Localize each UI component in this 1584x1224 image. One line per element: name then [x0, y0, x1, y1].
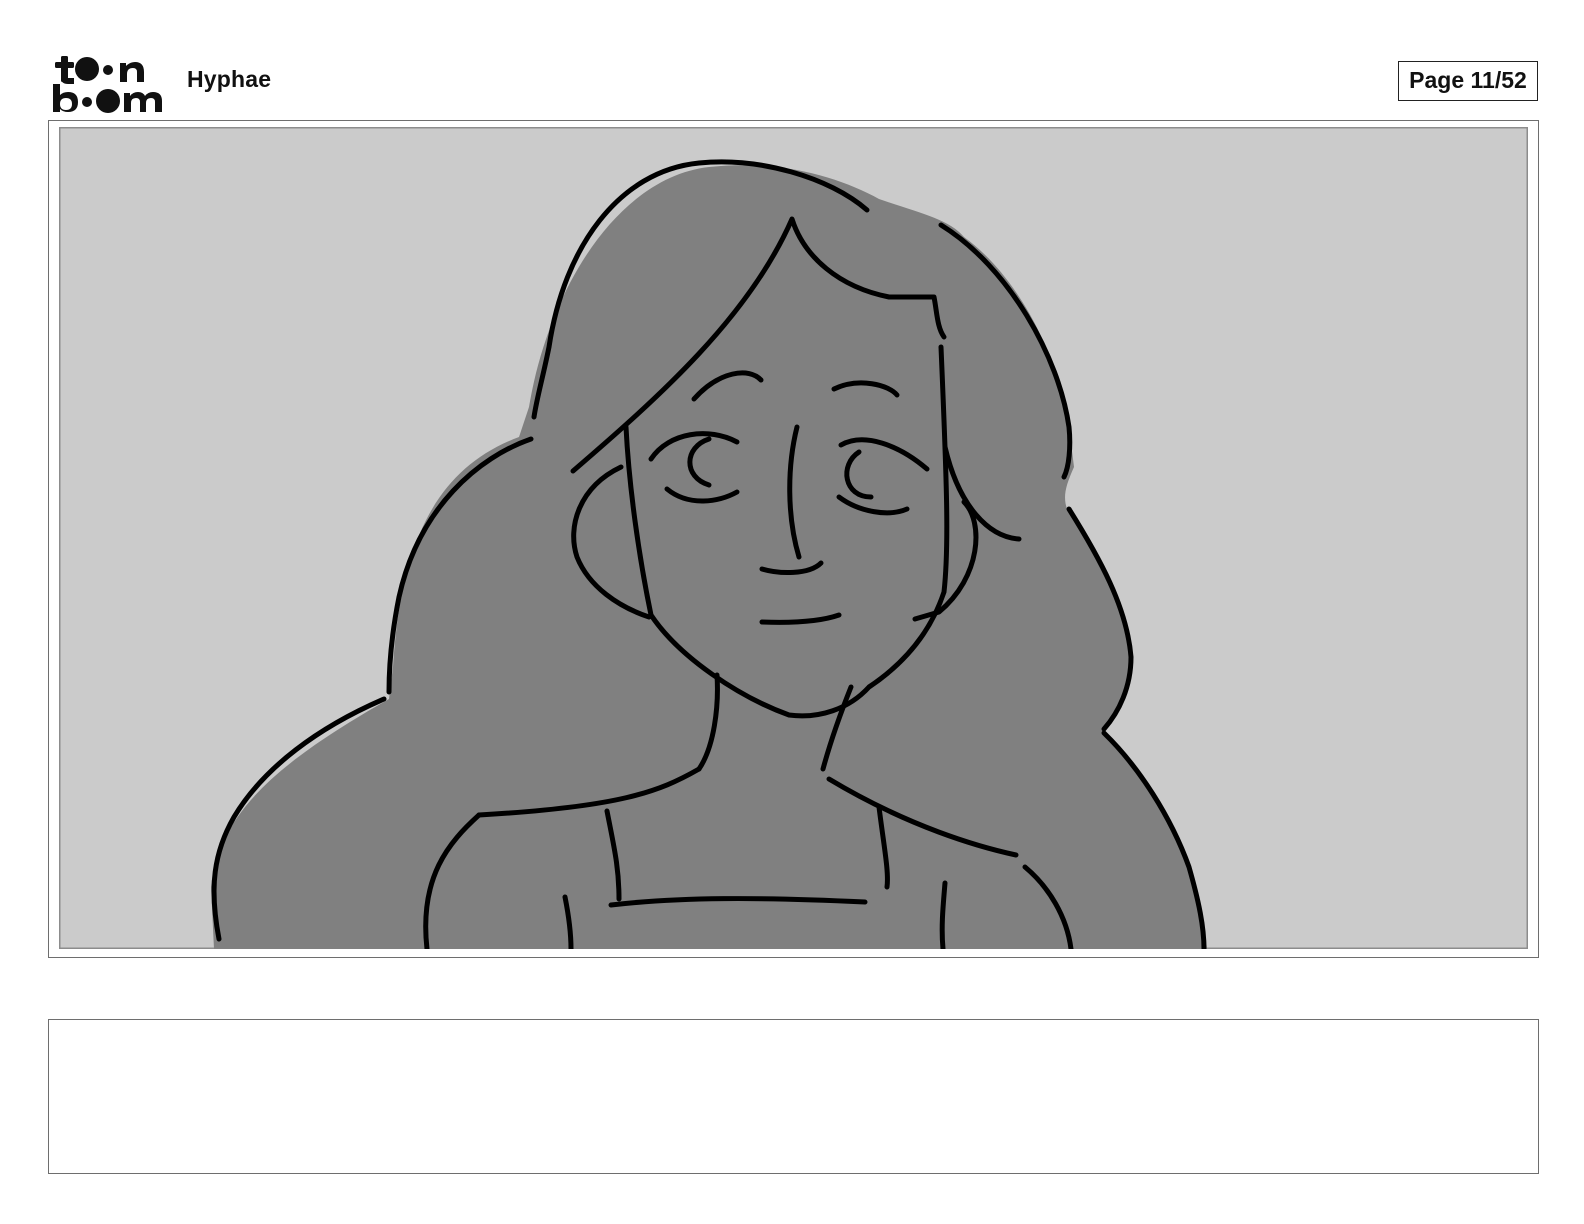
panel-notes-box[interactable]: [48, 1019, 1539, 1174]
page-counter: Page 11/52: [1398, 61, 1538, 101]
storyboard-panel: [48, 120, 1539, 958]
panel-drawing: [59, 127, 1528, 949]
project-title: Hyphae: [187, 66, 272, 92]
toon-boom-logo: [53, 56, 162, 113]
